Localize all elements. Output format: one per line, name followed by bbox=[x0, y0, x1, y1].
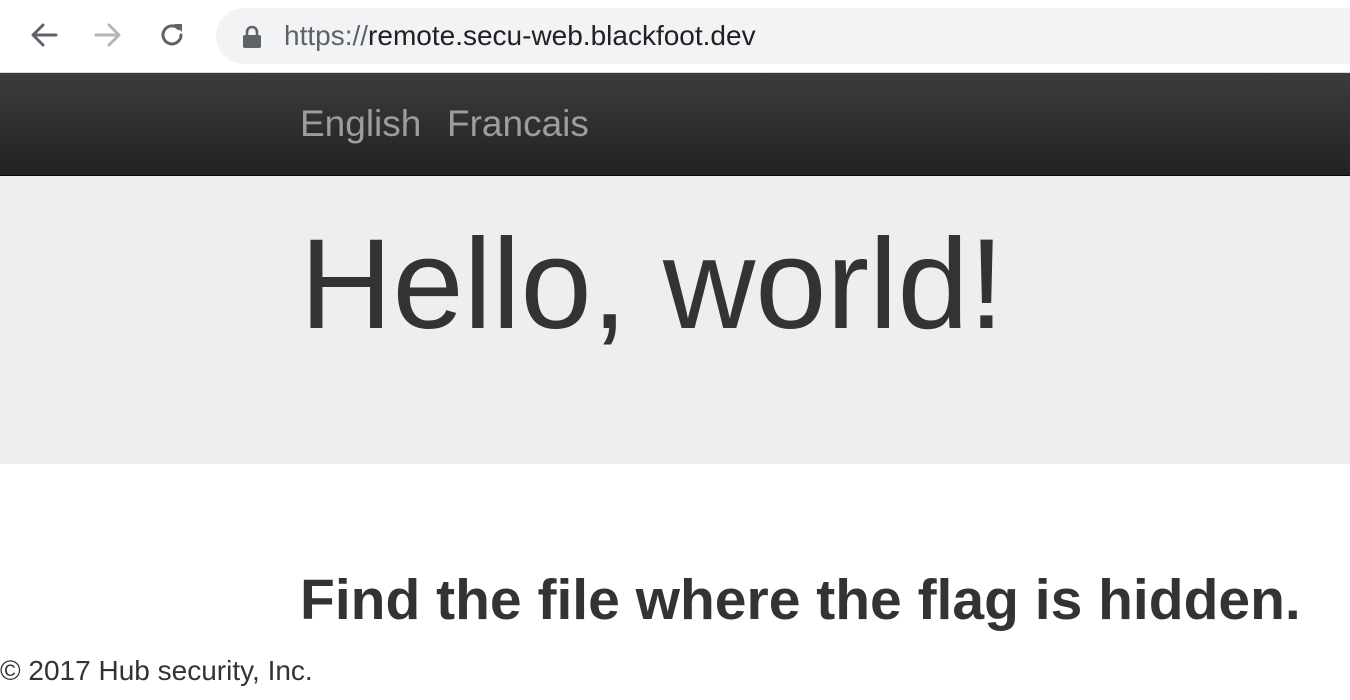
url-text: https://remote.secu-web.blackfoot.dev bbox=[284, 21, 756, 51]
jumbotron: Hello, world! bbox=[0, 176, 1350, 464]
url-scheme: https:// bbox=[284, 20, 369, 51]
arrow-right-icon bbox=[94, 23, 121, 47]
reload-icon bbox=[161, 24, 183, 46]
arrow-left-icon bbox=[31, 23, 58, 47]
address-bar[interactable]: https://remote.secu-web.blackfoot.dev bbox=[216, 8, 1350, 64]
nav-link-english[interactable]: English bbox=[300, 103, 421, 145]
footer-copyright: © 2017 Hub security, Inc. bbox=[0, 655, 313, 686]
jumbotron-title: Hello, world! bbox=[300, 213, 1005, 356]
forward-button[interactable] bbox=[90, 17, 126, 53]
browser-toolbar: https://remote.secu-web.blackfoot.dev bbox=[0, 0, 1350, 73]
lock-icon bbox=[243, 25, 261, 48]
back-button[interactable] bbox=[26, 17, 62, 53]
nav-link-francais[interactable]: Francais bbox=[447, 103, 589, 145]
reload-button[interactable] bbox=[154, 17, 190, 53]
content-heading: Find the file where the flag is hidden. bbox=[300, 568, 1301, 632]
site-navbar: English Francais bbox=[0, 73, 1350, 176]
url-host: remote.secu-web.blackfoot.dev bbox=[368, 20, 756, 51]
